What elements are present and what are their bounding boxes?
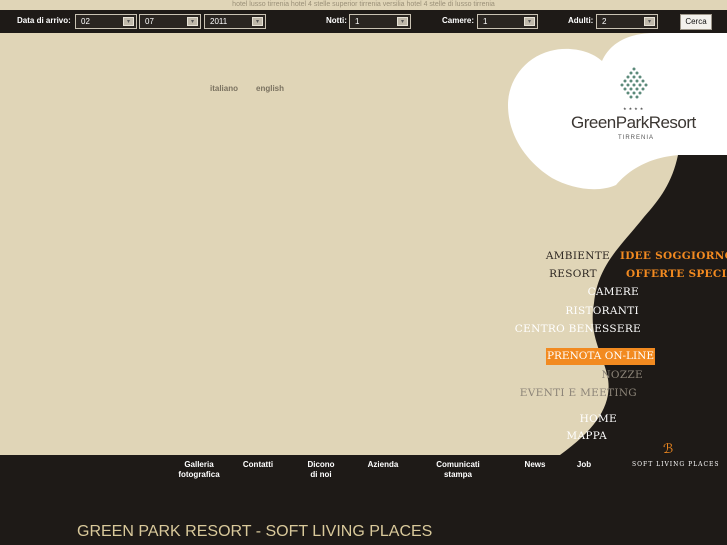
- rooms-select[interactable]: 1 ▾: [477, 14, 538, 29]
- nights-label: Notti:: [326, 16, 347, 25]
- lang-italian-link[interactable]: italiano: [210, 84, 238, 93]
- nights-select[interactable]: 1 ▾: [349, 14, 411, 29]
- logo-stars: ★★★★: [623, 106, 646, 111]
- main-area: italiano english ★★★★ GreenParkResort TI…: [0, 33, 727, 455]
- soft-living-places-brand[interactable]: SOFT LIVING PLACES: [632, 461, 720, 468]
- footer-link-galleria-line2: fotografica: [178, 470, 220, 479]
- nav-nozze[interactable]: NOZZE: [601, 369, 643, 381]
- soft-living-places-icon: ℬ: [663, 442, 674, 457]
- footer-link-comunicati-line1: Comunicati: [436, 460, 480, 469]
- lang-english-link[interactable]: english: [256, 84, 284, 93]
- footer-link-dicono-line1: Dicono: [307, 460, 335, 469]
- footer-link-job-label: Job: [576, 460, 592, 469]
- footer-title: GREEN PARK RESORT - SOFT LIVING PLACES: [77, 523, 433, 540]
- footer-link-contatti[interactable]: Contatti: [236, 460, 280, 470]
- bottom-bar: Galleria fotografica Contatti Dicono di …: [0, 442, 727, 545]
- arrival-date-label: Data di arrivo:: [17, 16, 71, 25]
- footer-link-job[interactable]: Job: [570, 460, 598, 470]
- chevron-down-icon: ▾: [397, 17, 408, 26]
- rooms-value: 1: [483, 17, 488, 26]
- arrival-year-value: 2011: [210, 17, 228, 26]
- search-button[interactable]: Cerca: [680, 14, 712, 30]
- chevron-down-icon: ▾: [644, 17, 655, 26]
- arrival-month-value: 07: [145, 17, 154, 26]
- footer-link-galleria[interactable]: Galleria fotografica: [169, 460, 229, 480]
- footer-link-galleria-line1: Galleria: [184, 460, 214, 469]
- nav-prenota-online[interactable]: PRENOTA ON-LINE: [546, 348, 655, 365]
- nights-value: 1: [355, 17, 360, 26]
- footer-link-contatti-label: Contatti: [242, 460, 274, 469]
- nav-eventi-meeting[interactable]: EVENTI E MEETING: [520, 387, 637, 399]
- seo-keyword-strip: hotel lusso tirrenia hotel 4 stelle supe…: [0, 0, 727, 10]
- logo-name[interactable]: GreenParkResort: [571, 113, 696, 133]
- adults-label: Adulti:: [568, 16, 594, 25]
- nav-ambiente[interactable]: AMBIENTE: [546, 250, 610, 262]
- chevron-down-icon: ▾: [187, 17, 198, 26]
- nav-centro-benessere[interactable]: CENTRO BENESSERE: [515, 323, 641, 335]
- adults-select[interactable]: 2 ▾: [596, 14, 658, 29]
- footer-link-news[interactable]: News: [518, 460, 552, 470]
- nav-home[interactable]: HOME: [580, 413, 617, 425]
- arrival-year-select[interactable]: 2011 ▾: [204, 14, 266, 29]
- nav-idee-soggiorno[interactable]: IDEE SOGGIORNO: [620, 250, 727, 262]
- footer-link-comunicati-stampa[interactable]: Comunicati stampa: [428, 460, 488, 480]
- footer-link-azienda[interactable]: Azienda: [360, 460, 406, 470]
- nav-camere[interactable]: CAMERE: [588, 286, 639, 298]
- chevron-down-icon: ▾: [123, 17, 134, 26]
- nav-resort[interactable]: RESORT: [549, 268, 597, 280]
- adults-value: 2: [602, 17, 607, 26]
- footer-link-dicono-line2: di noi: [310, 470, 332, 479]
- arrival-month-select[interactable]: 07 ▾: [139, 14, 201, 29]
- chevron-down-icon: ▾: [252, 17, 263, 26]
- footer-link-comunicati-line2: stampa: [443, 470, 472, 479]
- footer-link-news-label: News: [524, 460, 546, 469]
- logo-location: TIRRENIA: [618, 135, 655, 141]
- chevron-down-icon: ▾: [524, 17, 535, 26]
- nav-mappa[interactable]: MAPPA: [566, 430, 607, 442]
- rooms-label: Camere:: [442, 16, 475, 25]
- nav-offerte-speciali[interactable]: OFFERTE SPECIALI: [626, 268, 727, 280]
- arrival-day-select[interactable]: 02 ▾: [75, 14, 137, 29]
- arrival-day-value: 02: [81, 17, 90, 26]
- booking-bar: Data di arrivo: 02 ▾ 07 ▾ 2011 ▾ Notti: …: [0, 10, 727, 33]
- footer-link-azienda-label: Azienda: [367, 460, 399, 469]
- tree-logo-icon: [620, 67, 648, 99]
- nav-ristoranti[interactable]: RISTORANTI: [565, 305, 639, 317]
- footer-link-dicono-di-noi[interactable]: Dicono di noi: [298, 460, 344, 480]
